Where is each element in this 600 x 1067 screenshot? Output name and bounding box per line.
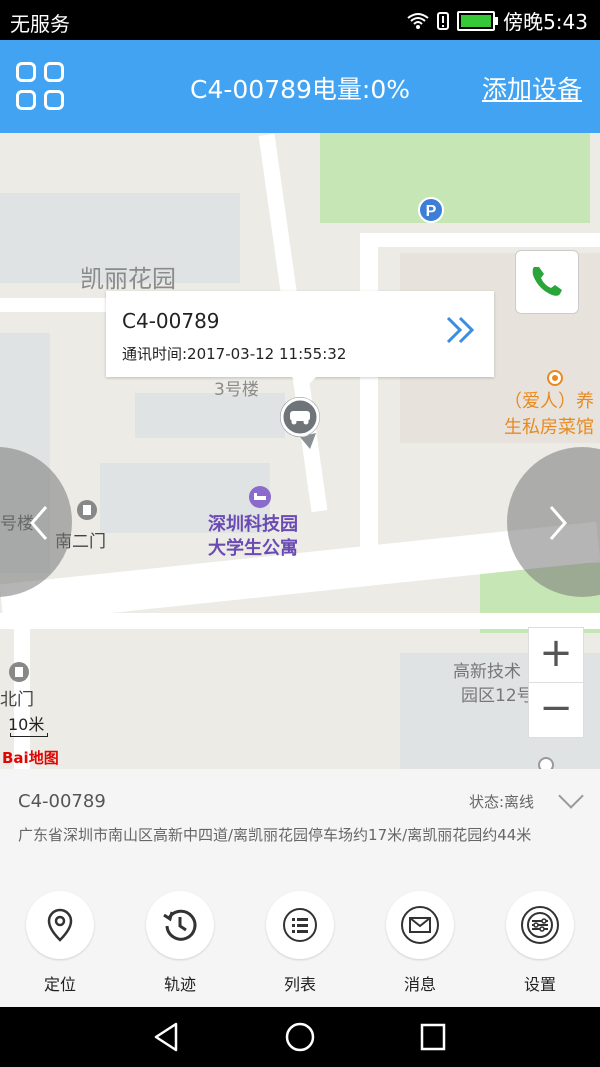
phone-icon	[532, 267, 562, 296]
building-block	[135, 393, 285, 438]
call-button[interactable]	[515, 250, 579, 314]
map-label: 北门	[0, 690, 34, 710]
system-nav-bar	[0, 1007, 600, 1067]
map-label: 凯丽花园	[80, 265, 176, 293]
popup-comm-time: 通讯时间:2017-03-12 11:55:32	[122, 345, 347, 363]
prev-device-button[interactable]	[0, 447, 72, 597]
poi-label: （爱人）养	[504, 391, 594, 412]
add-device-link[interactable]: 添加设备	[482, 70, 582, 106]
wifi-icon	[407, 12, 429, 29]
baidu-logo: Bai地图	[2, 749, 59, 767]
list-button[interactable]: 列表	[240, 891, 360, 995]
locate-button[interactable]: 定位	[0, 891, 120, 995]
app-header: C4-00789电量:0% 添加设备	[0, 40, 600, 133]
zoom-out-button[interactable]: −	[528, 682, 584, 738]
chevron-down-icon[interactable]	[558, 783, 584, 809]
svg-text:P: P	[426, 203, 437, 220]
map-view[interactable]: 凯丽花园 3号楼 号楼 南二门 北门 高新技术 园区12号 （爱人）养 生私房菜…	[0, 133, 600, 769]
gate-icon	[77, 500, 97, 520]
map-scale-bar	[10, 733, 48, 737]
gate-icon	[9, 662, 29, 682]
tool-label: 消息	[403, 975, 436, 994]
track-button[interactable]: 轨迹	[120, 891, 240, 995]
poi-label: 大学生公寓	[208, 538, 298, 559]
chevron-right-icon	[549, 506, 567, 540]
battery-icon	[457, 10, 499, 31]
popup-device-id: C4-00789	[122, 309, 220, 333]
status-bar: 无服务 傍晚5:43	[0, 0, 600, 40]
tool-circle	[26, 891, 94, 959]
road	[360, 233, 378, 563]
poi-dot-icon	[538, 757, 554, 769]
parking-icon: P	[418, 197, 444, 223]
device-info-panel: C4-00789 状态:离线 广东省深圳市南山区高新中四道/离凯丽花园停车场约1…	[0, 769, 600, 879]
road	[0, 613, 600, 629]
home-icon[interactable]	[284, 1021, 316, 1053]
device-popup[interactable]: C4-00789 通讯时间:2017-03-12 11:55:32	[106, 291, 494, 389]
carrier-text: 无服务	[10, 12, 70, 36]
history-icon	[163, 909, 197, 941]
tool-label: 列表	[283, 975, 316, 994]
poi-label: 深圳科技园	[208, 514, 298, 535]
clock: 傍晚5:43	[503, 10, 588, 34]
bottom-toolbar: 定位 轨迹 列表 消息 设置	[0, 879, 600, 1007]
list-icon	[283, 908, 317, 942]
back-icon[interactable]	[152, 1021, 182, 1053]
tool-label: 定位	[43, 975, 76, 994]
tool-circle	[266, 891, 334, 959]
car-marker-icon[interactable]	[278, 395, 328, 451]
map-label: 园区12号	[461, 686, 534, 706]
tool-circle	[386, 891, 454, 959]
settings-button[interactable]: 设置	[480, 891, 600, 995]
double-chevron-right-icon[interactable]	[444, 315, 478, 345]
tool-circle	[146, 891, 214, 959]
chevron-left-icon	[30, 506, 48, 540]
popup-tail	[292, 377, 316, 389]
poi-label: 生私房菜馆	[504, 417, 594, 438]
alert-icon	[437, 11, 450, 30]
poi-restaurant: （爱人）养 生私房菜馆	[504, 389, 594, 441]
recents-icon[interactable]	[420, 1023, 446, 1051]
poi-apartment: 深圳科技园 大学生公寓	[208, 513, 298, 561]
zoom-in-button[interactable]: +	[528, 627, 584, 683]
info-device-id: C4-00789	[18, 791, 106, 812]
park-area	[320, 133, 590, 223]
address-text: 广东省深圳市南山区高新中四道/离凯丽花园停车场约17米/离凯丽花园约44米	[18, 826, 532, 844]
mail-icon	[401, 906, 439, 944]
status-badge: 状态:离线	[468, 793, 534, 811]
message-button[interactable]: 消息	[360, 891, 480, 995]
map-scale-label: 10米	[8, 715, 45, 734]
tool-label: 设置	[523, 975, 556, 994]
poi-dot-icon	[547, 370, 563, 386]
hotel-icon	[249, 486, 271, 508]
tool-circle	[506, 891, 574, 959]
settings-icon	[521, 906, 559, 944]
status-icons: 傍晚5:43	[407, 6, 588, 35]
map-label: 3号楼	[214, 380, 259, 400]
map-label: 高新技术	[453, 662, 521, 682]
road	[360, 233, 600, 247]
tool-label: 轨迹	[163, 975, 196, 994]
location-pin-icon	[47, 908, 73, 942]
